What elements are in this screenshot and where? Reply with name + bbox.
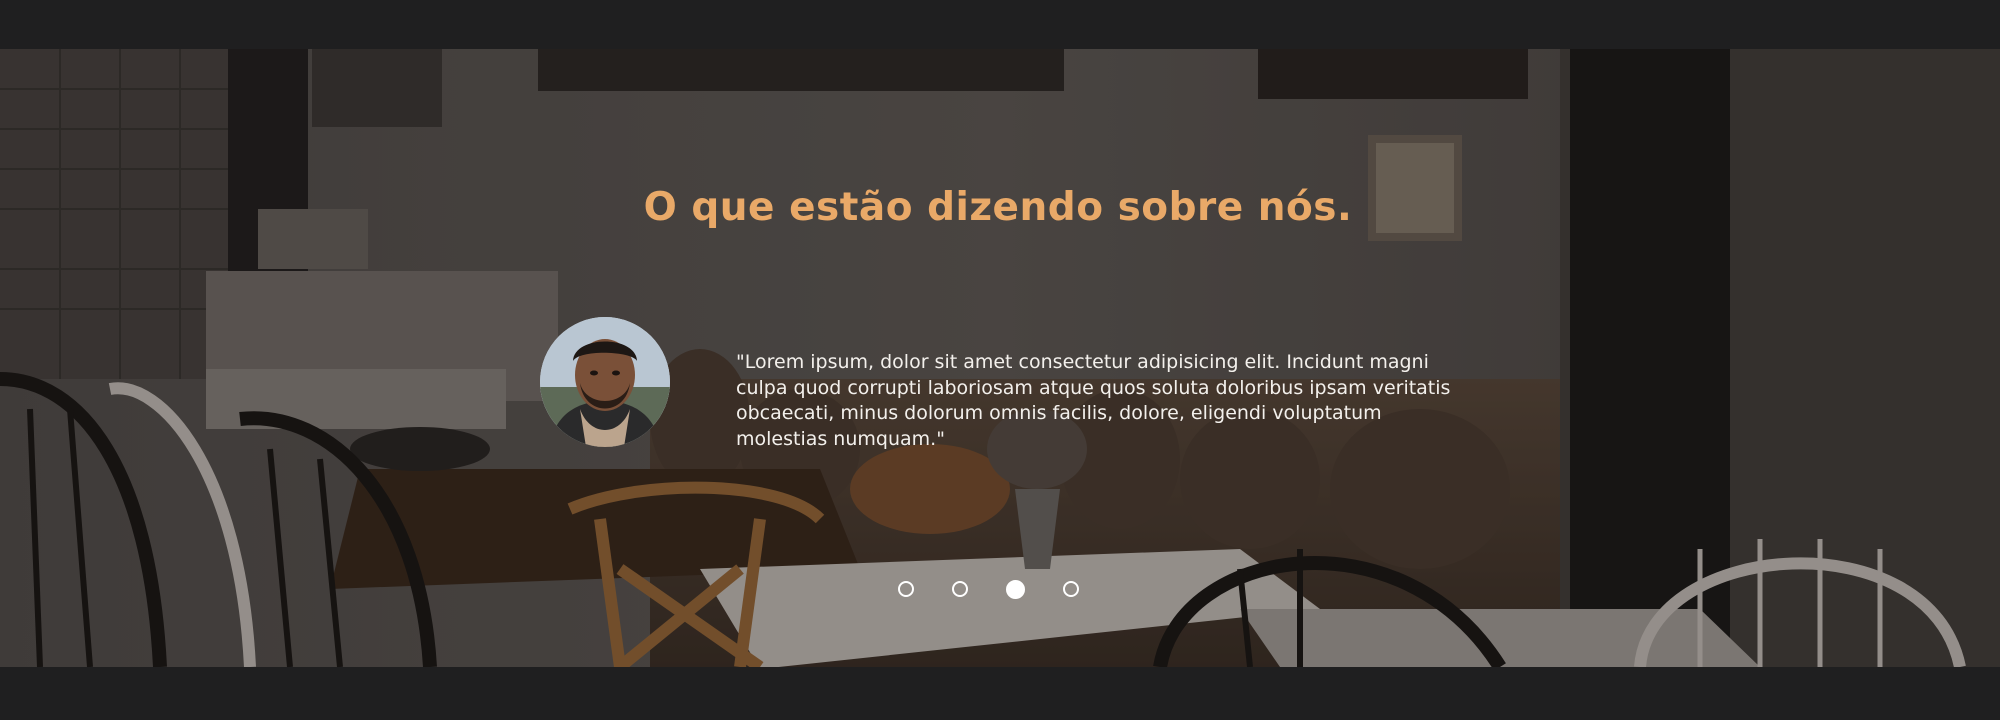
testimonials-section: O que estão dizendo sobre nós. "Lorem ip…: [0, 49, 2000, 667]
top-bar: [0, 0, 2000, 49]
carousel-dot-4-icon[interactable]: [1063, 581, 1079, 597]
bottom-bar: [0, 667, 2000, 720]
reviewer-avatar: [540, 317, 670, 447]
carousel-indicators: [898, 579, 1079, 603]
carousel-dot-2-icon[interactable]: [952, 581, 968, 597]
testimonial-quote: "Lorem ipsum, dolor sit amet consectetur…: [736, 351, 1451, 450]
carousel-dot-3-icon[interactable]: [1006, 579, 1025, 599]
testimonials-title: O que estão dizendo sobre nós.: [643, 185, 1353, 231]
carousel-dot-1-icon[interactable]: [898, 581, 914, 597]
reviewer-photo: [540, 317, 670, 447]
